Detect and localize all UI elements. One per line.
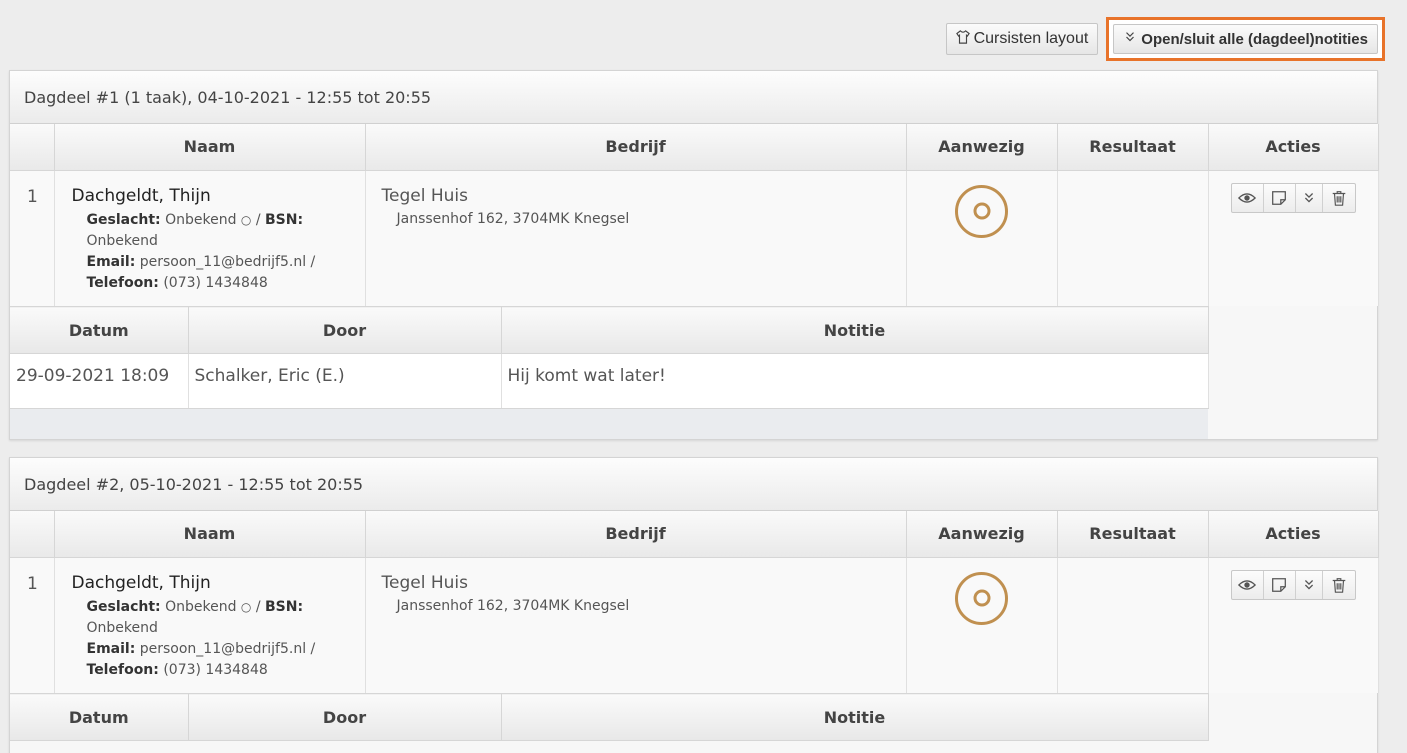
toolbar: Cursisten layout Open/sluit alle (dagdee… (945, 17, 1385, 61)
person-details: Geslacht: Onbekend ○ / BSN: Onbekend Ema… (86, 598, 316, 678)
presence-toggle-icon[interactable] (955, 571, 1008, 625)
bedrijf-cell: Tegel Huis Janssenhof 162, 3704MK Knegse… (365, 170, 907, 306)
aanwezig-cell (906, 170, 1058, 306)
col-header-bedrijf[interactable]: Bedrijf (365, 511, 907, 558)
person-name[interactable]: Dachgeldt, Thijn (72, 186, 355, 206)
dagdeel-panel-2: Dagdeel #2, 05-10-2021 - 12:55 tot 20:55… (9, 457, 1379, 753)
note-notitie: Hij komt wat later! (501, 353, 1209, 409)
gender-circle-icon: ○ (240, 212, 252, 227)
view-eye-icon[interactable] (1232, 183, 1264, 212)
acties-cell (1208, 557, 1379, 693)
expand-chevron-icon[interactable] (1296, 183, 1323, 212)
action-buttons (1230, 569, 1356, 600)
dagdeel-title: Dagdeel #1 (1 taak), 04-10-2021 - 12:55 … (24, 87, 432, 107)
person-details: Geslacht: Onbekend ○ / BSN: Onbekend Ema… (86, 211, 316, 291)
notes-header-notitie: Notitie (501, 693, 1209, 741)
participants-table: Naam Bedrijf Aanwezig Resultaat Acties 1… (10, 124, 1379, 306)
geslacht-value: Onbekend (165, 598, 237, 615)
note-datum: 29-09-2021 18:09 (10, 353, 189, 409)
notes-header-notitie: Notitie (501, 306, 1209, 354)
acties-cell (1208, 170, 1379, 306)
bsn-value: Onbekend (86, 232, 158, 249)
table-row: 1 Dachgeldt, Thijn Geslacht: Onbekend ○ … (10, 557, 1379, 693)
notes-section: Datum Door Notitie 29-09-2021 18:09 Scha… (10, 306, 1377, 439)
notes-footer (10, 409, 1208, 439)
notes-header-datum: Datum (10, 306, 189, 354)
row-number: 1 (10, 170, 55, 306)
notes-header-door: Door (188, 693, 502, 741)
col-header-bedrijf[interactable]: Bedrijf (365, 124, 907, 171)
dagdeel-header[interactable]: Dagdeel #2, 05-10-2021 - 12:55 tot 20:55 (10, 458, 1377, 511)
notes-table: Datum Door Notitie 29-09-2021 18:09 Scha… (10, 306, 1209, 409)
col-header-num (10, 511, 55, 558)
toggle-all-notes-button[interactable]: Open/sluit alle (dagdeel)notities (1113, 24, 1378, 54)
resultaat-cell (1057, 557, 1209, 693)
view-eye-icon[interactable] (1232, 570, 1264, 599)
dagdeel-panel-1: Dagdeel #1 (1 taak), 04-10-2021 - 12:55 … (9, 70, 1379, 440)
company-address: Janssenhof 162, 3704MK Knegsel (396, 597, 630, 614)
telefoon-value: (073) 1434848 (163, 661, 268, 678)
email-value[interactable]: persoon_11@bedrijf5.nl (140, 641, 306, 657)
note-door: Schalker, Eric (E.) (188, 353, 502, 409)
double-chevron-down-icon (1123, 30, 1137, 48)
col-header-naam[interactable]: Naam (54, 124, 366, 171)
person-name[interactable]: Dachgeldt, Thijn (72, 573, 355, 593)
col-header-resultaat[interactable]: Resultaat (1057, 511, 1209, 558)
naam-cell: Dachgeldt, Thijn Geslacht: Onbekend ○ / … (54, 170, 366, 306)
geslacht-value: Onbekend (165, 211, 237, 228)
gender-circle-icon: ○ (240, 599, 252, 614)
company-name[interactable]: Tegel Huis (382, 186, 890, 206)
note-icon[interactable] (1264, 570, 1296, 599)
notes-header-door: Door (188, 306, 502, 354)
notes-header-datum: Datum (10, 693, 189, 741)
note-row: 29-09-2021 18:09 Schalker, Eric (E.) Hij… (10, 353, 1209, 409)
resultaat-cell (1057, 170, 1209, 306)
expand-chevron-icon[interactable] (1296, 570, 1323, 599)
highlight-frame: Open/sluit alle (dagdeel)notities (1106, 17, 1385, 61)
table-row: 1 Dachgeldt, Thijn Geslacht: Onbekend ○ … (10, 170, 1379, 306)
telefoon-value: (073) 1434848 (163, 274, 268, 291)
bedrijf-cell: Tegel Huis Janssenhof 162, 3704MK Knegse… (365, 557, 907, 693)
shirt-icon (955, 29, 970, 49)
company-address: Janssenhof 162, 3704MK Knegsel (396, 210, 630, 227)
notes-side-spacer (1208, 306, 1377, 439)
col-header-aanwezig[interactable]: Aanwezig (906, 511, 1058, 558)
naam-cell: Dachgeldt, Thijn Geslacht: Onbekend ○ / … (54, 557, 366, 693)
notes-side-spacer (1208, 693, 1377, 741)
notes-table: Datum Door Notitie (10, 693, 1209, 741)
note-icon[interactable] (1264, 183, 1296, 212)
bsn-value: Onbekend (86, 619, 158, 636)
row-number: 1 (10, 557, 55, 693)
company-name[interactable]: Tegel Huis (382, 573, 890, 593)
email-value[interactable]: persoon_11@bedrijf5.nl (140, 254, 306, 270)
participants-table: Naam Bedrijf Aanwezig Resultaat Acties 1… (10, 511, 1379, 693)
trash-icon[interactable] (1323, 571, 1355, 599)
toggle-all-notes-label: Open/sluit alle (dagdeel)notities (1141, 30, 1368, 48)
col-header-naam[interactable]: Naam (54, 511, 366, 558)
trash-icon[interactable] (1323, 184, 1355, 212)
cursisten-layout-label: Cursisten layout (973, 30, 1089, 47)
col-header-aanwezig[interactable]: Aanwezig (906, 124, 1058, 171)
col-header-acties: Acties (1208, 124, 1379, 171)
aanwezig-cell (906, 557, 1058, 693)
presence-toggle-icon[interactable] (955, 184, 1008, 238)
dagdeel-title: Dagdeel #2, 05-10-2021 - 12:55 tot 20:55 (24, 474, 364, 494)
cursisten-layout-button[interactable]: Cursisten layout (945, 23, 1099, 55)
notes-section: Datum Door Notitie (10, 693, 1377, 741)
col-header-resultaat[interactable]: Resultaat (1057, 124, 1209, 171)
action-buttons (1230, 182, 1356, 213)
col-header-acties: Acties (1208, 511, 1379, 558)
dagdeel-header[interactable]: Dagdeel #1 (1 taak), 04-10-2021 - 12:55 … (10, 71, 1377, 124)
col-header-num (10, 124, 55, 171)
